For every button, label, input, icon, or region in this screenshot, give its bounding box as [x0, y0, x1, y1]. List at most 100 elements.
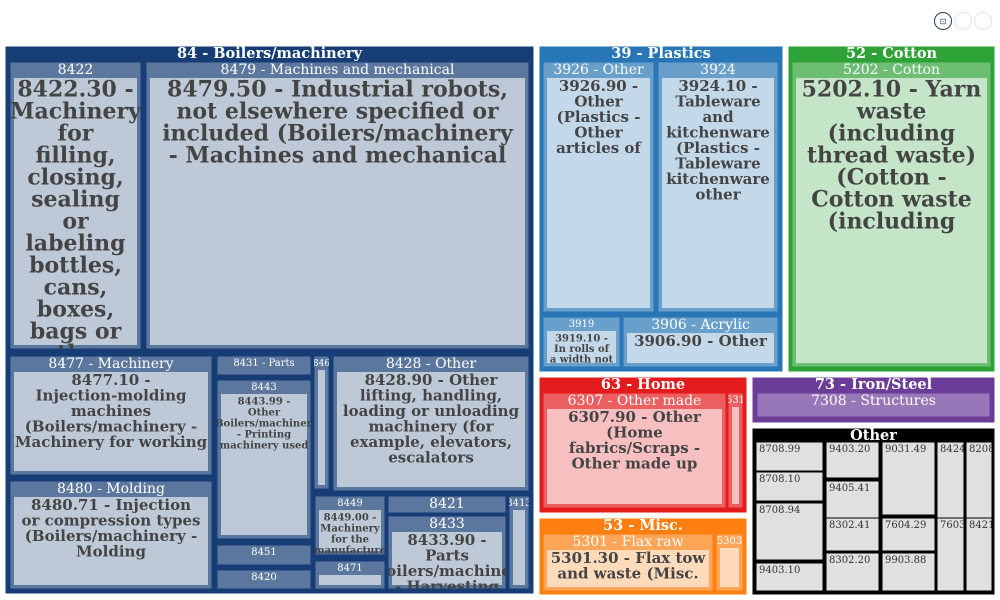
category-label: 8302.41 [829, 520, 870, 531]
sector-label: 73 - Iron/Steel [815, 376, 933, 393]
category-8302-41[interactable]: 8302.41 [825, 517, 880, 552]
category-label: 8479 - Machines and mechanical [221, 62, 455, 78]
category-3906-acrylic[interactable]: 3906 - Acrylic3906.90 - Other [622, 316, 779, 368]
category-7604-29[interactable]: 7604.29 [881, 517, 936, 552]
category-8708-10[interactable]: 8708.10 [755, 471, 824, 502]
sector-label: 53 - Misc. [603, 517, 683, 534]
category-label: 631 [726, 395, 745, 406]
leaf-rect[interactable] [732, 407, 739, 504]
category-8708-99[interactable]: 8708.99 [755, 441, 824, 472]
category-label: 8449 [337, 498, 362, 509]
category-8433[interactable]: 84338433.90 -Parts (Boilers/machinery - Ha… [367, 515, 529, 595]
category-5301-flax-raw[interactable]: 5301 - Flax raw5301.30 - Flax tow and was… [542, 533, 714, 592]
leaf-label: 5202.10 - Yarn waste (including thread wast… [802, 77, 982, 235]
category-8420[interactable]: 8420 [216, 569, 312, 590]
category-label: 8433 [429, 516, 465, 532]
category-label: 8420 [251, 572, 276, 583]
category-9405-41[interactable]: 9405.41 [825, 480, 880, 519]
category-9903-88[interactable]: 9903.88 [881, 552, 936, 592]
category-846[interactable]: 846 [313, 355, 330, 490]
category-631[interactable]: 631 [726, 392, 745, 509]
category-3926-other[interactable]: 3926 - Other3926.90 -Other (Plastics -Oth… [542, 61, 655, 313]
category-label: 9031.49 [885, 444, 926, 455]
leaf-label: 8479.50 - Industrial robots, not elsewher… [162, 77, 514, 169]
category-8428-other[interactable]: 8428 - Other8428.90 - Other lifting, hand… [332, 355, 530, 492]
category-label: 7604.29 [885, 520, 926, 531]
sector-39-plastics[interactable]: 39 - Plastics3926 - Other3926.90 -Other(… [538, 45, 784, 373]
category-label: 3924 [700, 62, 736, 78]
category-label: 8421 [429, 496, 465, 512]
category-label: 8451 [251, 547, 276, 558]
leaf-rect[interactable] [319, 575, 381, 585]
leaf-label: 6307.90 - Other (Home fabrics/Scraps -Othe… [568, 408, 702, 473]
category-8302-20[interactable]: 8302.20 [825, 552, 880, 592]
category-8477-machinery[interactable]: 8477 - Machinery8477.10 -Injection-moldi… [9, 355, 213, 476]
category-label: 8708.99 [759, 444, 800, 455]
category-label: 8413 [506, 498, 531, 509]
treemap-chart: 84 - Boilers/machinery 84228422.30 -Machi… [4, 45, 1000, 596]
sector-label: 39 - Plastics [611, 45, 710, 62]
category-9403-10[interactable]: 9403.10 [755, 562, 824, 592]
category-label: 8431 - Parts [233, 358, 294, 369]
category-6307-other-made[interactable]: 6307 - Other made6307.90 - Other (Home fab… [542, 392, 727, 509]
category-label: 7308 - Structures [811, 393, 936, 409]
sector-label: Other [850, 427, 897, 444]
category-8421[interactable]: 8421 [387, 495, 507, 514]
leaf-rect[interactable] [513, 510, 525, 585]
category-label: 8708.10 [759, 474, 800, 485]
category-label: 5303 [717, 536, 742, 547]
category-8413[interactable]: 8413 [506, 495, 531, 590]
category-label: 846 [313, 359, 330, 369]
category-9031-49[interactable]: 9031.49 [881, 441, 936, 516]
category-label: 5301 - Flax raw [572, 534, 683, 550]
category-8480-molding[interactable]: 8480 - Molding8480.71 - Injection or comp… [9, 480, 213, 590]
category-8451[interactable]: 8451 [216, 544, 312, 566]
category-label: 8477 - Machinery [48, 356, 173, 372]
category-label: 8422 [58, 62, 94, 78]
leaf-rect[interactable] [318, 370, 325, 485]
sector-label: 63 - Home [601, 376, 685, 393]
leaf-label: 3919.10 -In rolls of a width not [550, 334, 614, 366]
category-label: 8471 [337, 563, 362, 574]
sector-73-iron-steel[interactable]: 73 - Iron/Steel7308 - Structures [751, 376, 996, 424]
category-label: 8708.94 [759, 505, 800, 516]
category-label: 9903.88 [885, 555, 926, 566]
sector-63-home[interactable]: 63 - Home6307 - Other made6307.90 - Othe… [538, 376, 748, 514]
category-8471[interactable]: 8471 [314, 560, 386, 590]
leaf-rect[interactable] [720, 548, 739, 587]
category-9403-20[interactable]: 9403.20 [825, 441, 880, 479]
sector-other[interactable]: Other 8708.99 8708.10 8708.94 9403.10 9403.20… [751, 427, 1000, 596]
category-8708-94[interactable]: 8708.94 [755, 502, 824, 561]
category-5303[interactable]: 5303 [715, 533, 744, 592]
category-label: 9403.20 [829, 444, 870, 455]
category-5202-cotton[interactable]: 5202 - Cotton5202.10 - Yarn waste (includi… [791, 61, 992, 368]
sector-label: 84 - Boilers/machinery [177, 45, 363, 62]
sector-52-cotton[interactable]: 52 - Cotton5202 - Cotton5202.10 - Yarn wa… [787, 45, 996, 373]
category-label: 9405.41 [829, 483, 870, 494]
category-label: 8428 - Other [386, 356, 477, 372]
category-8443[interactable]: 84438443.99 -Other (Boilers/machinery - Pr… [210, 379, 318, 540]
category-8479-machines-and-mechanical[interactable]: 8479 - Machines and mechanical8479.50 - … [145, 61, 530, 350]
category-3924[interactable]: 39243924.10 -Tableware and kitchenware (Pla… [657, 61, 779, 313]
sector-84-boilers-machinery[interactable]: 84 - Boilers/machinery 84228422.30 -Machi… [4, 45, 535, 595]
category-label: 8480 - Molding [57, 481, 165, 497]
category-label: 3919 [569, 319, 594, 330]
category-8422[interactable]: 84228422.30 -Machinery for filling, closing… [9, 61, 142, 367]
category-8431-parts[interactable]: 8431 - Parts [216, 355, 312, 376]
category-label: 3906 - Acrylic [651, 317, 750, 333]
leaf-label: 3906.90 - Other [634, 332, 768, 350]
category-label: 5202 - Cotton [843, 62, 940, 78]
leaf-label: 3924.10 -Tableware and kitchenware (Plastic… [666, 77, 770, 204]
sector-label: 52 - Cotton [846, 45, 938, 62]
category-label: 3926 - Other [553, 62, 644, 78]
sector-53-misc[interactable]: 53 - Misc.5301 - Flax raw5301.30 - Flax … [538, 517, 748, 596]
category-label: 6307 - Other made [568, 393, 702, 409]
category-label: 8443 [251, 382, 276, 393]
category-label: 9403.10 [759, 565, 800, 576]
category-7308-structures[interactable]: 7308 - Structures [756, 392, 991, 418]
category-3919[interactable]: 3919 3919.10 -In rolls of a width not [542, 316, 621, 368]
category-label: 8302.20 [829, 555, 870, 566]
leaf-label: 3926.90 -Other (Plastics -Other articles o… [556, 77, 642, 157]
leaf-label: 5301.30 - Flax tow and waste (Misc. [551, 549, 707, 583]
category-8449[interactable]: 84498449.00 -Machinery for the manufacture [314, 495, 386, 557]
